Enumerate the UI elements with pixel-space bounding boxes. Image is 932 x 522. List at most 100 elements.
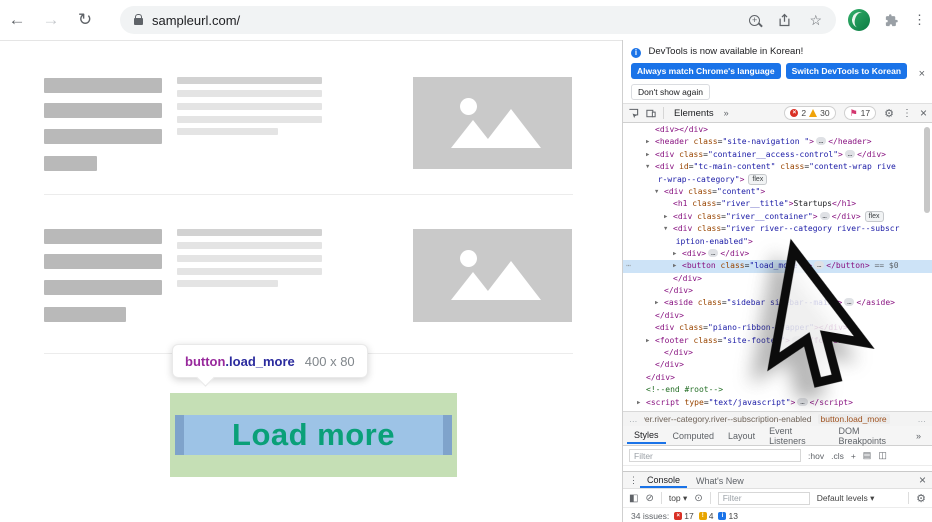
row-menu-icon[interactable]: ⋯ — [626, 260, 631, 272]
bookmark-star-icon[interactable]: ☆ — [809, 12, 822, 29]
console-sidebar-icon[interactable]: ◧ — [629, 493, 638, 504]
dom-tree-row[interactable]: ▶<div class="container__access-control">… — [623, 149, 932, 161]
styles-tab-computed[interactable]: Computed — [666, 428, 722, 443]
log-levels-dropdown[interactable]: Default levels ▾ — [817, 493, 875, 504]
errors-warnings-badge[interactable]: × 2 30 — [784, 106, 835, 120]
switch-korean-button[interactable]: Switch DevTools to Korean — [786, 63, 907, 79]
tab-elements[interactable]: Elements — [670, 108, 718, 119]
console-tabbar: ⋮ Console What's New × — [623, 472, 932, 489]
skeleton-line — [177, 242, 322, 249]
skeleton-bar — [44, 307, 126, 322]
expand-arrow-icon[interactable]: ▶ — [637, 397, 646, 409]
expand-arrow-icon[interactable]: ▶ — [655, 297, 664, 309]
zoom-icon[interactable] — [749, 15, 760, 26]
new-style-rule-icon[interactable]: + — [851, 451, 856, 461]
inspect-tooltip: button.load_more 400 x 80 — [172, 344, 368, 378]
skeleton-bar — [44, 280, 162, 295]
scrollbar-thumb[interactable] — [924, 127, 930, 213]
expand-arrow-icon[interactable]: ▶ — [673, 260, 682, 272]
extensions-puzzle-icon[interactable] — [884, 13, 899, 28]
live-expression-eye-icon[interactable]: ⊙ — [694, 493, 702, 504]
devtools-menu-icon[interactable]: ⋮ — [902, 108, 912, 119]
more-tabs-icon[interactable]: » — [724, 108, 729, 118]
dom-tree-row[interactable]: <div></div> — [623, 124, 932, 136]
crumb-more-left[interactable]: … — [629, 414, 638, 424]
match-language-button[interactable]: Always match Chrome's language — [631, 63, 781, 79]
collapse-arrow-icon[interactable]: ▼ — [646, 161, 655, 173]
styles-tab-event-listeners[interactable]: Event Listeners — [762, 423, 831, 448]
tab-whats-new[interactable]: What's New — [689, 474, 751, 487]
styles-tab--[interactable]: » — [909, 428, 928, 443]
device-toolbar-icon[interactable] — [645, 108, 657, 119]
tab-console[interactable]: Console — [640, 473, 687, 488]
pseudo-state-button[interactable]: :hov — [808, 451, 824, 461]
dom-tree-row[interactable]: ▶<script type="text/javascript">…</scrip… — [623, 397, 932, 409]
inspect-element-icon[interactable] — [628, 108, 639, 119]
collapse-arrow-icon[interactable]: ▼ — [655, 186, 664, 198]
console-settings-gear-icon[interactable]: ⚙ — [916, 492, 926, 505]
dom-tree-row[interactable]: <h1 class="river__title">Startups</h1> — [623, 198, 932, 210]
share-icon[interactable] — [777, 13, 792, 28]
dom-tree-row[interactable]: ▼<div class="content"> — [623, 186, 932, 198]
context-selector[interactable]: top ▾ — [669, 493, 687, 504]
skeleton-bar — [44, 229, 162, 244]
reload-icon[interactable]: ↻ — [68, 10, 102, 30]
warning-square-icon: ! — [699, 512, 707, 520]
forward-icon[interactable]: → — [34, 10, 68, 30]
issues-summary-label[interactable]: 34 issues: — [631, 511, 669, 521]
devtools-language-notice: i DevTools is now available in Korean! A… — [623, 40, 932, 103]
expand-arrow-icon[interactable]: ▶ — [646, 149, 655, 161]
mouse-cursor-icon — [747, 235, 907, 412]
browser-toolbar: ← → ↻ sampleurl.com/ ☆ ⋮ — [0, 0, 932, 41]
drawer-close-icon[interactable]: × — [919, 473, 926, 487]
back-icon[interactable]: ← — [0, 10, 34, 30]
browser-menu-icon[interactable]: ⋮ — [913, 12, 926, 28]
lock-icon[interactable] — [134, 18, 143, 25]
notice-close-icon[interactable]: × — [919, 68, 925, 80]
styles-tab-dom-breakpoints[interactable]: DOM Breakpoints — [832, 423, 909, 448]
dom-tree-row[interactable]: ▼<div class="river river--category river… — [623, 223, 932, 235]
styles-tab-styles[interactable]: Styles — [627, 427, 666, 444]
dom-tree-row[interactable]: ▼<div id="tc-main-content" class="conten… — [623, 161, 932, 173]
placeholder-sun-icon — [460, 250, 477, 267]
error-square-icon: × — [674, 512, 682, 520]
devtools-toolbar: Elements » × 2 30 ⚑ 17 ⚙ ⋮ × — [623, 103, 932, 123]
issues-count: 17 — [861, 108, 870, 118]
expand-arrow-icon[interactable]: ▶ — [673, 248, 682, 260]
styles-tab-layout[interactable]: Layout — [721, 428, 762, 443]
url-text[interactable]: sampleurl.com/ — [152, 13, 240, 28]
issues-badge[interactable]: ⚑ 17 — [844, 106, 877, 120]
dom-tree-row[interactable]: r-wrap--category">flex — [623, 174, 932, 186]
collapse-arrow-icon[interactable]: ▼ — [664, 223, 673, 235]
expand-arrow-icon[interactable]: ▶ — [646, 136, 655, 148]
dom-tree-row[interactable]: ▶<header class="site-navigation ">…</hea… — [623, 136, 932, 148]
load-more-button[interactable]: Load more — [170, 393, 457, 477]
expand-arrow-icon[interactable]: ▶ — [664, 211, 673, 223]
skeleton-line — [177, 90, 322, 97]
dom-tree-row[interactable]: ▶<div class="river__container">…</div>fl… — [623, 211, 932, 223]
skeleton-line — [177, 103, 322, 110]
warning-icon — [809, 109, 817, 117]
expand-arrow-icon[interactable]: ▶ — [646, 335, 655, 347]
devtools-close-icon[interactable]: × — [920, 106, 927, 120]
sidebar-layout-icon[interactable]: ◫ — [878, 450, 887, 461]
console-filter-input[interactable] — [718, 492, 810, 505]
computed-panel-icon[interactable]: ▤ — [863, 450, 872, 461]
placeholder-mountain-icon — [481, 261, 541, 300]
element-classes-button[interactable]: .cls — [831, 451, 844, 461]
skeleton-bar — [44, 78, 162, 93]
settings-gear-icon[interactable]: ⚙ — [884, 107, 894, 120]
clear-console-icon[interactable]: ⊘ — [645, 493, 653, 504]
drawer-menu-icon[interactable]: ⋮ — [629, 475, 638, 486]
placeholder-sun-icon — [460, 98, 477, 115]
crumb-more-right[interactable]: … — [918, 414, 927, 424]
dont-show-again-button[interactable]: Don't show again — [631, 84, 710, 100]
address-bar[interactable]: sampleurl.com/ ☆ — [120, 6, 836, 34]
styles-filter-input[interactable] — [629, 449, 801, 462]
skeleton-line — [177, 255, 322, 262]
skeleton-bar — [44, 254, 162, 269]
skeleton-line — [177, 116, 322, 123]
tooltip-class: .load_more — [225, 354, 294, 369]
profile-avatar[interactable] — [848, 9, 870, 31]
notice-text: DevTools is now available in Korean! — [649, 46, 804, 57]
